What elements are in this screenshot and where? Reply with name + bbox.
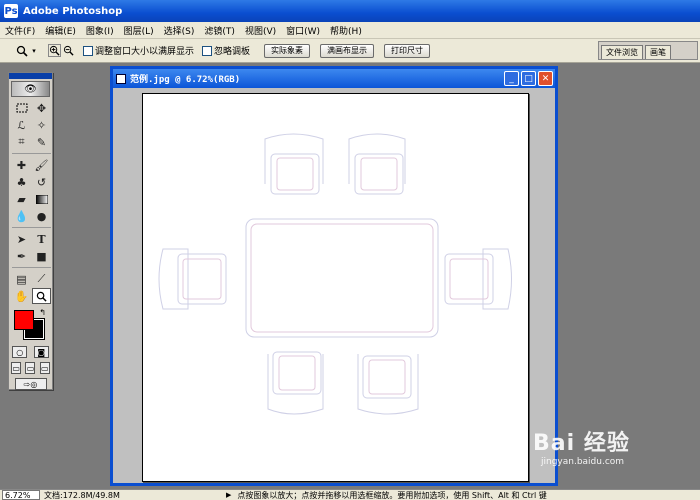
minimize-button[interactable]: _ <box>504 71 519 86</box>
watermark-main-text: Bai 经验 <box>533 431 630 456</box>
zoom-out-icon[interactable] <box>62 44 75 57</box>
quick-mask-mode-icon[interactable]: ◙ <box>33 346 49 358</box>
full-screen-menu-mode-icon[interactable]: ▭ <box>25 362 36 374</box>
history-brush-tool-icon[interactable]: ↺ <box>32 174 51 190</box>
canvas-area[interactable] <box>113 88 555 483</box>
palette-tab-brushes[interactable]: 画笔 <box>645 45 671 59</box>
menu-help[interactable]: 帮助(H) <box>325 24 367 37</box>
document-size-info[interactable]: 文档:172.8M/49.8M <box>44 490 204 500</box>
close-button[interactable]: ✕ <box>538 71 553 86</box>
marquee-tool-icon[interactable] <box>12 100 31 116</box>
eyedropper-tool-icon[interactable]: ⟋ <box>32 271 51 287</box>
full-screen-mode-icon[interactable]: ▭ <box>39 362 50 374</box>
blur-tool-icon[interactable]: 💧 <box>12 208 31 224</box>
app-title-bar: Ps Adobe Photoshop <box>0 0 700 22</box>
menu-layer[interactable]: 图层(L) <box>119 24 159 37</box>
print-size-button[interactable]: 打印尺寸 <box>384 43 431 58</box>
zoom-tool-icon[interactable] <box>32 288 51 304</box>
notes-tool-icon[interactable]: ▤ <box>12 271 31 287</box>
actual-pixels-button[interactable]: 实际象素 <box>264 43 311 58</box>
menu-view[interactable]: 视图(V) <box>240 24 281 37</box>
ignore-palettes-label: 忽略调板 <box>214 47 251 57</box>
swap-colors-icon[interactable]: ↰ <box>39 308 46 317</box>
lasso-tool-icon[interactable]: ℒ <box>12 117 31 133</box>
color-swatches: ↰ <box>12 308 49 342</box>
ignore-palettes-checkbox[interactable]: 忽略调板 <box>202 44 250 57</box>
chair-bottom-left <box>267 351 324 415</box>
photoshop-eye-logo-icon[interactable]: 👁 <box>11 81 50 97</box>
menu-edit[interactable]: 编辑(E) <box>40 24 81 37</box>
move-tool-icon[interactable]: ✥ <box>32 100 51 116</box>
eraser-tool-icon[interactable]: ▰ <box>12 191 31 207</box>
toolbox-title-bar[interactable] <box>9 73 52 79</box>
maximize-button[interactable]: □ <box>521 71 536 86</box>
chair-left <box>158 248 227 310</box>
palette-well: 文件浏览 画笔 <box>598 41 698 60</box>
zoom-in-icon[interactable] <box>48 44 61 57</box>
floor-plan-drawing <box>158 133 512 415</box>
resize-window-checkbox[interactable]: 调整窗口大小以满屏显示 <box>83 44 194 57</box>
zoom-icon[interactable] <box>14 43 30 59</box>
tool-preset-chevron-down-icon[interactable]: ▾ <box>30 43 38 59</box>
menu-image[interactable]: 图象(I) <box>81 24 119 37</box>
options-bar: ▾ 调整窗口大小以满屏显示 忽略调板 实际象素 满画布显示 打印尺寸 文件浏览 … <box>0 39 700 63</box>
crop-tool-icon[interactable]: ⌗ <box>12 134 31 150</box>
toolbox-divider <box>12 151 51 154</box>
menu-window[interactable]: 窗口(W) <box>281 24 325 37</box>
resize-window-label: 调整窗口大小以满屏显示 <box>95 47 195 57</box>
path-selection-tool-icon[interactable]: ➤ <box>12 231 31 247</box>
menu-file[interactable]: 文件(F) <box>0 24 40 37</box>
toolbox-divider <box>12 265 51 268</box>
standard-screen-mode-icon[interactable]: ▭ <box>11 362 22 374</box>
checkbox-box[interactable] <box>202 45 213 56</box>
jump-to-imageready-icon[interactable]: ⇨◎ <box>14 378 47 390</box>
document-title-bar[interactable]: 范例.jpg @ 6.72%(RGB) _ □ ✕ <box>113 69 555 88</box>
magic-wand-tool-icon[interactable]: ✧ <box>32 117 51 133</box>
palette-tab-file-browser[interactable]: 文件浏览 <box>601 45 643 59</box>
foreground-color-swatch[interactable] <box>14 310 34 330</box>
image-canvas[interactable] <box>142 93 529 482</box>
brush-tool-icon[interactable]: 🖌 <box>32 157 51 173</box>
document-icon <box>116 73 126 84</box>
status-bar: 6.72% 文档:172.8M/49.8M ▶ 点按图象以放大；点按并拖移以用选… <box>0 489 700 500</box>
toolbox-divider <box>12 225 51 228</box>
standard-mode-icon[interactable]: ○ <box>12 346 28 358</box>
chair-top-right <box>348 133 406 195</box>
type-tool-icon[interactable]: T <box>32 231 51 247</box>
baidu-jingyan-watermark: Bai 经验 jingyan.baidu.com <box>533 425 630 467</box>
chair-top-left <box>264 133 324 195</box>
dodge-tool-icon[interactable]: ● <box>32 208 51 224</box>
chair-bottom-right <box>357 354 419 415</box>
status-arrow-icon[interactable]: ▶ <box>226 491 231 499</box>
healing-brush-tool-icon[interactable]: ✚ <box>12 157 31 173</box>
gradient-tool-icon[interactable] <box>32 191 51 207</box>
checkbox-box[interactable] <box>83 45 93 56</box>
app-title: Adobe Photoshop <box>23 5 123 17</box>
document-title: 范例.jpg @ 6.72%(RGB) <box>130 75 241 85</box>
chair-right <box>444 248 512 310</box>
toolbox: 👁 ✥ ℒ ✧ ⌗ ✎ ✚ 🖌 ♣ ↺ ▰ 💧 ● ➤ T ✒ ■ ▤ ⟋ ✋ … <box>8 72 53 390</box>
menu-filter[interactable]: 滤镜(T) <box>199 24 240 37</box>
shape-tool-icon[interactable]: ■ <box>32 248 51 264</box>
menu-bar: 文件(F) 编辑(E) 图象(I) 图层(L) 选择(S) 滤镜(T) 视图(V… <box>0 22 700 39</box>
zoom-level-field[interactable]: 6.72% <box>2 490 40 500</box>
hand-tool-icon[interactable]: ✋ <box>12 288 31 304</box>
clone-stamp-tool-icon[interactable]: ♣ <box>12 174 31 190</box>
watermark-url: jingyan.baidu.com <box>541 457 625 467</box>
document-window: 范例.jpg @ 6.72%(RGB) _ □ ✕ <box>110 66 558 486</box>
slice-tool-icon[interactable]: ✎ <box>32 134 51 150</box>
photoshop-icon: Ps <box>4 4 18 18</box>
pen-tool-icon[interactable]: ✒ <box>12 248 31 264</box>
menu-select[interactable]: 选择(S) <box>159 24 200 37</box>
status-hint: 点按图象以放大；点按并拖移以用选框缩放。要用附加选项，使用 Shift、Alt … <box>237 490 547 500</box>
fit-on-screen-button[interactable]: 满画布显示 <box>320 43 375 58</box>
